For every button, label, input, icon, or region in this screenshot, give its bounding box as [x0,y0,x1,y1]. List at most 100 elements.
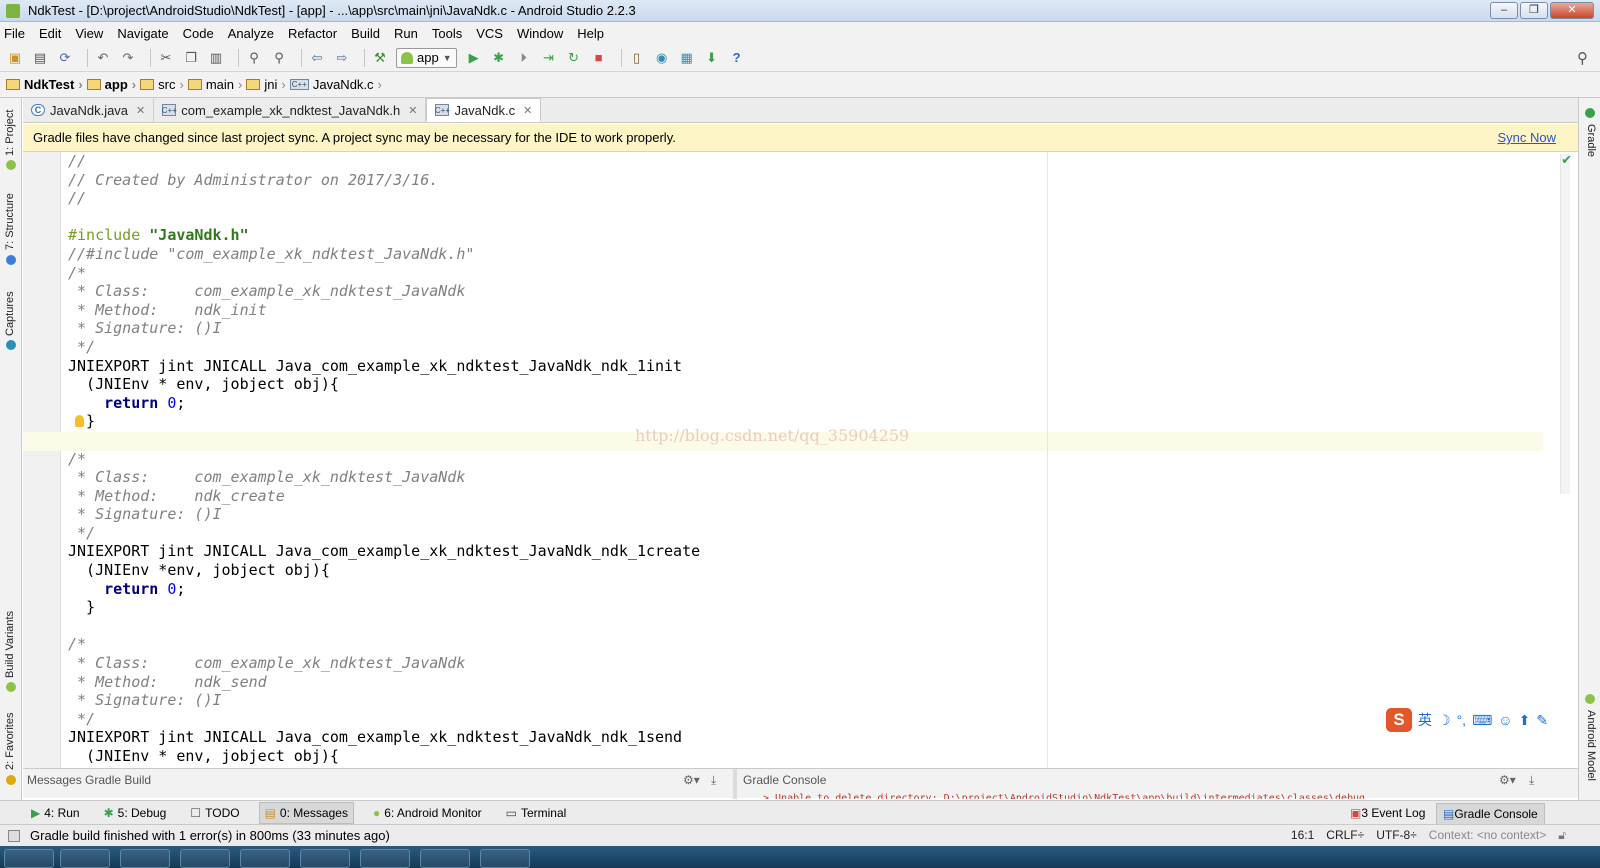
undo-icon[interactable]: ↶ [94,49,112,67]
code-line[interactable]: * Class: com_example_xk_ndktest_JavaNdk [68,468,700,487]
menu-edit[interactable]: Edit [39,26,61,41]
code-line[interactable]: * Method: ndk_init [68,301,700,320]
code-line[interactable]: * Method: ndk_create [68,487,700,506]
minimize-button[interactable]: – [1490,2,1518,19]
tab-javandk-c[interactable]: C++ JavaNdk.c ✕ [426,98,542,122]
gear-icon[interactable]: ⚙▾ [683,773,700,787]
menu-refactor[interactable]: Refactor [288,26,337,41]
menu-run[interactable]: Run [394,26,418,41]
taskbar-item[interactable] [300,849,350,868]
vertical-scrollbar[interactable] [1560,154,1570,494]
replace-icon[interactable]: ⚲ [270,49,288,67]
sdk-manager-icon[interactable]: ⬇ [703,49,721,67]
tab-jni-header[interactable]: C++ com_example_xk_ndktest_JavaNdk.h ✕ [154,98,427,122]
menu-vcs[interactable]: VCS [476,26,503,41]
code-line[interactable]: //#include "com_example_xk_ndktest_JavaN… [68,245,700,264]
close-window-button[interactable]: ✕ [1550,2,1594,19]
code-line[interactable]: return 0; [68,394,700,413]
code-line[interactable]: JNIEXPORT jint JNICALL Java_com_example_… [68,542,700,561]
code-line[interactable] [68,431,700,450]
taskbar-item[interactable] [4,849,54,868]
tool-windows-toggle-icon[interactable] [8,829,20,842]
breadcrumb-main[interactable]: main › [187,77,242,92]
code-line[interactable]: JNIEXPORT jint JNICALL Java_com_example_… [68,357,700,376]
gradle-sync-icon[interactable]: ◉ [653,49,671,67]
code-line[interactable]: * Class: com_example_xk_ndktest_JavaNdk [68,282,700,301]
taskbar-item[interactable] [240,849,290,868]
hide-panel-icon[interactable]: ⤓ [711,773,716,788]
cut-icon[interactable]: ✂ [157,49,175,67]
make-project-icon[interactable]: ⚒ [371,49,389,67]
code-line[interactable] [68,617,700,636]
tab-todo[interactable]: ☐ TODO [185,803,244,823]
attach-debugger-icon[interactable]: ⏵ [515,49,533,67]
code-line[interactable]: */ [68,338,700,357]
close-icon[interactable]: ✕ [136,104,145,117]
paste-icon[interactable]: ▥ [207,49,225,67]
taskbar-item[interactable] [360,849,410,868]
forward-icon[interactable]: ⇨ [333,49,351,67]
breadcrumb-file[interactable]: C++ JavaNdk.c › [289,77,382,92]
tool-window-captures[interactable]: Captures [4,291,16,336]
rerun-icon[interactable]: ↻ [565,49,583,67]
source-code[interactable]: //// Created by Administrator on 2017/3/… [68,152,700,766]
code-line[interactable]: } [68,598,700,617]
panel-splitter[interactable] [733,769,737,799]
menu-tools[interactable]: Tools [432,26,462,41]
menu-analyze[interactable]: Analyze [228,26,274,41]
tool-window-project[interactable]: 1: Project [4,110,16,156]
code-line[interactable]: (JNIEnv * env, jobject obj){ [68,747,700,766]
code-line[interactable]: JNIEXPORT jint JNICALL Java_com_example_… [68,728,700,747]
tab-messages[interactable]: ▤ 0: Messages [258,801,354,824]
breadcrumb-jni[interactable]: jni › [246,77,286,92]
code-line[interactable]: */ [68,710,700,729]
keyboard-icon[interactable]: ⌨ [1472,712,1492,729]
taskbar-item[interactable] [180,849,230,868]
menu-help[interactable]: Help [577,26,604,41]
punctuation-icon[interactable]: °, [1457,712,1467,728]
ime-language-label[interactable]: 英 [1418,710,1432,730]
help-icon[interactable]: ? [728,49,746,67]
tab-event-log[interactable]: ▣ 3 Event Log [1344,803,1431,823]
hide-panel-icon[interactable]: ⤓ [1529,773,1534,788]
status-message[interactable]: Gradle build finished with 1 error(s) in… [30,828,390,843]
save-all-icon[interactable]: ▤ [31,49,49,67]
redo-icon[interactable]: ↷ [119,49,137,67]
tab-debug[interactable]: ✱ 5: Debug [99,803,172,823]
tab-run[interactable]: ▶ 4: Run [26,803,85,823]
menu-code[interactable]: Code [183,26,214,41]
tab-javandk-java[interactable]: C JavaNdk.java ✕ [23,98,155,122]
line-separator[interactable]: CRLF÷ [1326,828,1364,843]
menu-window[interactable]: Window [517,26,563,41]
user-icon[interactable]: ☺ [1498,712,1512,728]
code-line[interactable]: * Signature: ()I [68,505,700,524]
code-line[interactable]: * Class: com_example_xk_ndktest_JavaNdk [68,654,700,673]
code-editor[interactable]: //// Created by Administrator on 2017/3/… [23,152,1578,768]
skin-icon[interactable]: ⬆ [1519,712,1531,729]
tool-window-build-variants[interactable]: Build Variants [4,611,16,678]
open-folder-icon[interactable]: ▣ [6,49,24,67]
apply-changes-icon[interactable]: ⇥ [540,49,558,67]
tab-terminal[interactable]: ▭ Terminal [501,803,572,823]
breadcrumb-ndktest[interactable]: NdkTest › [6,77,83,92]
run-icon[interactable]: ▶ [465,49,483,67]
sync-now-link[interactable]: Sync Now [1497,130,1556,145]
code-line[interactable]: (JNIEnv * env, jobject obj){ [68,375,700,394]
close-icon[interactable]: ✕ [523,104,532,117]
project-structure-icon[interactable]: ▦ [678,49,696,67]
copy-icon[interactable]: ❐ [182,49,200,67]
taskbar-item[interactable] [420,849,470,868]
taskbar-item[interactable] [480,849,530,868]
code-line[interactable]: * Signature: ()I [68,319,700,338]
find-icon[interactable]: ⚲ [245,49,263,67]
menu-build[interactable]: Build [351,26,380,41]
tab-android-monitor[interactable]: ● 6: Android Monitor [368,803,487,823]
code-line[interactable]: /* [68,264,700,283]
avd-manager-icon[interactable]: ▯ [628,49,646,67]
menu-navigate[interactable]: Navigate [117,26,168,41]
code-line[interactable]: (JNIEnv *env, jobject obj){ [68,561,700,580]
tool-window-android-model[interactable]: Android Model [1585,710,1597,781]
tool-window-gradle[interactable]: Gradle [1585,124,1597,157]
editor-gutter[interactable] [23,152,61,768]
lock-icon[interactable]: 🔓︎ [1558,828,1566,843]
